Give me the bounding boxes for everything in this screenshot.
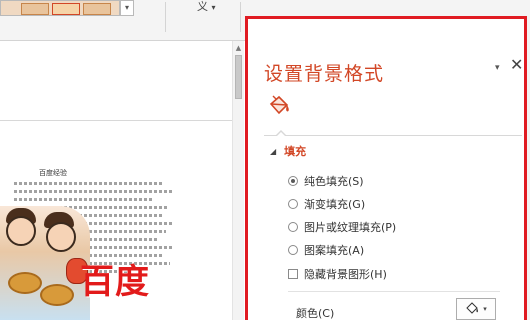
child-face xyxy=(6,216,36,246)
theme-thumbnail-selected[interactable] xyxy=(52,3,80,15)
vertical-scrollbar[interactable]: ▲ xyxy=(232,41,244,320)
ribbon-separator xyxy=(165,2,166,32)
tab-divider xyxy=(264,135,522,136)
option-label: 图案填充(A) xyxy=(304,244,365,257)
chevron-down-icon: ▾ xyxy=(124,3,129,12)
picture-texture-fill-option[interactable]: 图片或纹理填充(P) xyxy=(288,219,396,235)
option-label: 隐藏背景图形(H) xyxy=(304,268,387,281)
text-line xyxy=(14,190,172,193)
active-tab-indicator-inner xyxy=(276,132,286,137)
ribbon-partial-button[interactable]: 义 ▾ xyxy=(197,0,216,15)
pattern-fill-option[interactable]: 图案填充(A) xyxy=(288,242,364,258)
option-label: 渐变填充(G) xyxy=(304,198,366,211)
text-line xyxy=(14,182,164,185)
slide-watermark: 百度 xyxy=(80,262,150,302)
option-label: 纯色填充(S) xyxy=(304,175,364,188)
expand-caret-icon: ◢ xyxy=(270,146,277,156)
hide-background-graphics-option[interactable]: 隐藏背景图形(H) xyxy=(288,266,387,282)
design-theme-gallery[interactable] xyxy=(0,0,120,16)
paint-bucket-icon[interactable] xyxy=(268,95,292,119)
dropdown-arrow-icon: ▾ xyxy=(211,3,216,12)
gallery-more-button[interactable]: ▾ xyxy=(120,0,134,16)
scroll-up-icon[interactable]: ▲ xyxy=(233,43,244,53)
color-label: 颜色(C) xyxy=(296,307,335,320)
slide-illustration xyxy=(0,206,90,320)
mooncake xyxy=(40,284,74,306)
mooncake xyxy=(8,272,42,294)
fill-section-label: 填充 xyxy=(284,145,307,158)
pane-options-icon[interactable]: ▾ xyxy=(495,63,500,73)
scrollbar-thumb[interactable] xyxy=(235,55,242,99)
paint-bucket-icon xyxy=(466,302,479,314)
checkbox[interactable] xyxy=(288,269,298,279)
radio-button-selected[interactable] xyxy=(288,176,298,186)
child-face xyxy=(46,222,76,252)
radio-button[interactable] xyxy=(288,245,298,255)
radio-button[interactable] xyxy=(288,222,298,232)
format-background-pane: 设置背景格式 ▾ ✕ ◢ 填充 纯色填充(S) 渐变填充(G) 图片或纹理填充(… xyxy=(245,16,527,320)
option-label: 图片或纹理填充(P) xyxy=(304,221,397,234)
fill-section-header[interactable]: ◢ 填充 xyxy=(270,143,306,159)
slide-doc-title: 百度经验 xyxy=(39,169,67,177)
chevron-down-icon: ▾ xyxy=(483,305,487,313)
fill-color-button[interactable]: ▾ xyxy=(456,298,496,320)
solid-fill-option[interactable]: 纯色填充(S) xyxy=(288,173,364,189)
pane-title: 设置背景格式 xyxy=(264,63,385,85)
option-divider xyxy=(288,291,500,292)
theme-thumbnail[interactable] xyxy=(21,3,49,15)
radio-button[interactable] xyxy=(288,199,298,209)
ribbon-partial-label: 义 xyxy=(197,0,208,13)
theme-thumbnail[interactable] xyxy=(83,3,111,15)
text-line xyxy=(14,198,154,201)
close-icon[interactable]: ✕ xyxy=(510,57,523,73)
gradient-fill-option[interactable]: 渐变填充(G) xyxy=(288,196,365,212)
ribbon-separator xyxy=(240,2,241,32)
